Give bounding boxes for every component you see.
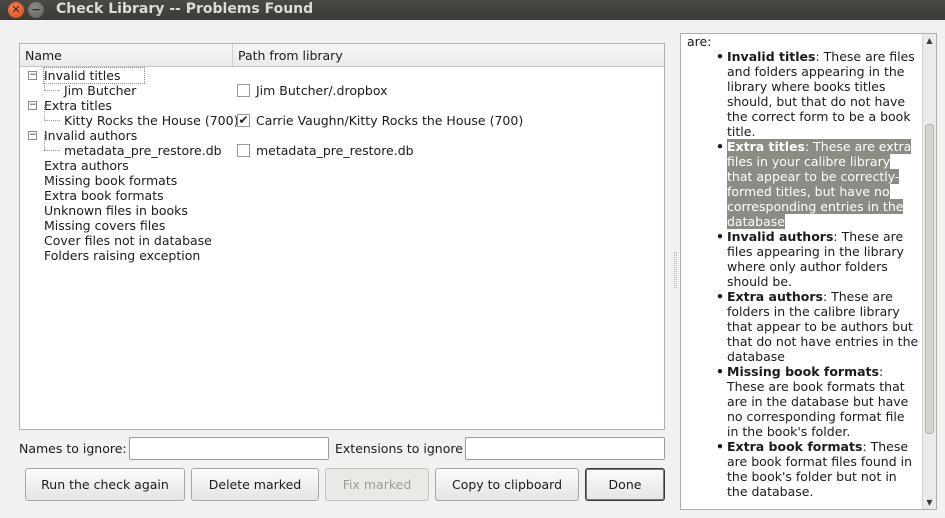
tree-row-name: Missing covers files	[44, 218, 166, 233]
tree-item-row[interactable]: metadata_pre_restore.db metadata_pre_rest…	[20, 135, 664, 158]
window-titlebar: ✕ − Check Library -- Problems Found	[0, 0, 945, 20]
tree-category-row[interactable]: − Extra titles	[20, 98, 664, 113]
tree-row-path: Jim Butcher/.dropbox	[256, 83, 388, 98]
tree-branch-line	[44, 105, 45, 120]
checked-checkbox[interactable]: ✔	[237, 114, 250, 127]
tree-row-name: Jim Butcher	[64, 83, 137, 98]
scroll-up-arrow-icon[interactable]: ▲	[923, 34, 936, 47]
tree-row-name: Invalid titles	[42, 67, 146, 84]
tree-row-name: Missing book formats	[44, 173, 178, 188]
copy-to-clipboard-button[interactable]: Copy to clipboard	[435, 468, 579, 501]
help-term: Extra authors	[727, 289, 823, 304]
tree-row-path: metadata_pre_restore.db	[256, 143, 414, 158]
help-intro: are:	[687, 34, 712, 49]
help-list-item: Invalid titles: These are files and fold…	[716, 49, 919, 139]
tree-item-row[interactable]: Jim Butcher Jim Butcher/.dropbox	[20, 75, 664, 98]
help-list-item: Missing book formats: These are book for…	[716, 364, 919, 439]
tree-branch-line	[44, 75, 45, 90]
tree-category-row[interactable]: Extra authors	[20, 158, 664, 173]
unchecked-checkbox[interactable]	[237, 84, 250, 97]
tree-item-row[interactable]: Kitty Rocks the House (700) ✔ Carrie Vaugh…	[20, 105, 664, 128]
splitter-handle[interactable]	[674, 252, 677, 288]
tree-row-name: Kitty Rocks the House (700)	[64, 113, 239, 128]
tree-branch-line	[44, 150, 60, 151]
tree-row-name: Folders raising exception	[44, 248, 201, 263]
scroll-down-arrow-icon[interactable]: ▼	[923, 496, 936, 509]
extensions-to-ignore-label: Extensions to ignore	[335, 441, 463, 456]
help-item-text: Extra authors: These are folders in the …	[727, 289, 918, 364]
tree-category-row[interactable]: Unknown files in books	[20, 203, 664, 218]
help-term: Missing book formats	[727, 364, 879, 379]
tree-category-row[interactable]: Folders raising exception	[20, 248, 664, 263]
column-header-name[interactable]: Name	[20, 44, 233, 66]
help-list-item: Extra titles: These are extra files in y…	[716, 139, 919, 229]
help-content: are: Invalid titles: These are files and…	[687, 34, 919, 499]
help-term: Extra book formats	[727, 439, 863, 454]
window-title: Check Library -- Problems Found	[56, 1, 314, 17]
tree-category-row[interactable]: Extra book formats	[20, 188, 664, 203]
minimize-icon: −	[31, 3, 41, 16]
help-item-text: Missing book formats: These are book for…	[727, 364, 908, 439]
window-close-button[interactable]: ✕	[8, 2, 24, 18]
tree-row-name: Invalid authors	[44, 128, 138, 143]
tree-row-path: Carrie Vaughn/Kitty Rocks the House (700…	[256, 113, 524, 128]
done-button[interactable]: Done	[585, 468, 665, 501]
tree-row-name: Cover files not in database	[44, 233, 212, 248]
collapse-icon[interactable]: −	[28, 71, 37, 80]
tree-category-row[interactable]: − Invalid authors	[20, 128, 664, 143]
tree-category-row[interactable]: − Invalid titles	[20, 67, 664, 84]
help-term: Invalid titles	[727, 49, 816, 64]
tree-row-name: Extra titles	[44, 98, 112, 113]
delete-marked-button[interactable]: Delete marked	[191, 468, 319, 501]
tree-branch-line	[44, 90, 60, 91]
collapse-icon[interactable]: −	[28, 131, 37, 140]
help-term: Invalid authors	[727, 229, 834, 244]
tree-row-name: Extra book formats	[44, 188, 164, 203]
unchecked-checkbox[interactable]	[237, 144, 250, 157]
help-item-text: Invalid titles: These are files and fold…	[727, 49, 915, 139]
help-scrollbar[interactable]: ▲ ▼	[922, 34, 936, 509]
help-list-item: Extra authors: These are folders in the …	[716, 289, 919, 364]
names-to-ignore-label: Names to ignore:	[19, 441, 127, 456]
window-minimize-button[interactable]: −	[28, 2, 44, 18]
run-check-again-button[interactable]: Run the check again	[25, 468, 185, 501]
column-header-path[interactable]: Path from library	[233, 44, 665, 66]
help-item-text: Extra titles: These are extra files in y…	[727, 139, 912, 229]
extensions-to-ignore-input[interactable]	[465, 437, 665, 460]
help-item-text: Extra book formats: These are book forma…	[727, 439, 912, 499]
tree-category-row[interactable]: Cover files not in database	[20, 233, 664, 248]
tree-row-name: metadata_pre_restore.db	[64, 143, 222, 158]
tree-branch-line	[44, 135, 45, 150]
tree-category-row[interactable]: Missing covers files	[20, 218, 664, 233]
close-icon: ✕	[11, 3, 21, 16]
tree-branch-line	[44, 120, 60, 121]
names-to-ignore-input[interactable]	[129, 437, 329, 460]
tree-category-row[interactable]: Missing book formats	[20, 173, 664, 188]
help-term: Extra titles	[727, 139, 805, 154]
fix-marked-button[interactable]: Fix marked	[325, 468, 429, 501]
help-list: Invalid titles: These are files and fold…	[687, 49, 919, 499]
collapse-icon[interactable]: −	[28, 101, 37, 110]
help-list-item: Invalid authors: These are files appeari…	[716, 229, 919, 289]
help-item-text: Invalid authors: These are files appeari…	[727, 229, 904, 289]
help-panel[interactable]: are: Invalid titles: These are files and…	[680, 33, 937, 510]
help-list-item: Extra book formats: These are book forma…	[716, 439, 919, 499]
tree-header: Name Path from library	[20, 44, 664, 67]
scroll-thumb[interactable]	[925, 124, 934, 434]
tree-row-name: Extra authors	[44, 158, 129, 173]
tree-row-name: Unknown files in books	[44, 203, 188, 218]
problems-tree[interactable]: Name Path from library − Invalid titles Ji…	[19, 43, 665, 430]
